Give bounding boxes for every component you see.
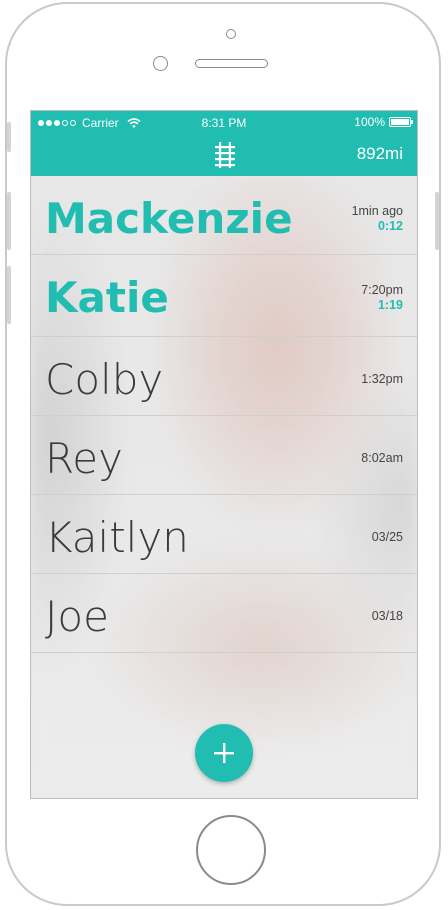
new-message-button[interactable] [195,724,253,782]
distance-readout: 892mi [356,144,403,163]
plus-icon [214,743,234,763]
conversation-row-kaitlyn[interactable]: Kaitlyn 03/25 [31,495,417,574]
row-meta: 1min ago 0:12 [352,204,403,233]
home-button[interactable] [196,815,266,885]
conversation-row-rey[interactable]: Rey 8:02am [31,416,417,495]
row-meta: 7:20pm 1:19 [361,283,403,312]
message-duration: 1:19 [377,298,403,312]
message-time: 03/18 [371,609,403,623]
conversation-row-mackenzie[interactable]: Mackenzie 1min ago 0:12 [31,176,417,255]
message-time: 8:02am [361,451,403,465]
contact-name: Joe [45,592,109,641]
row-meta: 1:32pm [361,372,403,386]
earpiece-speaker [195,59,268,68]
message-time: 1:32pm [361,372,403,386]
battery-status: 100% [354,115,413,129]
message-time: 03/25 [371,530,403,544]
battery-icon [389,117,413,127]
proximity-sensor [153,56,168,71]
contact-name: Katie [45,273,169,322]
contact-name: Mackenzie [45,194,293,243]
message-time: 7:20pm [361,283,403,297]
mute-switch [7,122,11,152]
contact-name: Colby [45,355,164,404]
power-button [435,192,439,250]
app-screen: Carrier 8:31 PM 100% 892mi Mackenzie 1mi… [30,110,418,799]
volume-down-button [7,266,11,324]
railroad-track-icon[interactable] [214,142,236,168]
conversation-row-joe[interactable]: Joe 03/18 [31,574,417,653]
conversation-row-colby[interactable]: Colby 1:32pm [31,337,417,416]
contact-name: Rey [45,434,123,483]
conversation-list: Mackenzie 1min ago 0:12 Katie 7:20pm 1:1… [31,176,417,653]
front-camera [226,29,236,39]
row-meta: 8:02am [361,451,403,465]
battery-percent: 100% [354,115,385,129]
contact-name: Kaitlyn [45,513,189,562]
row-meta: 03/18 [372,609,403,623]
row-meta: 03/25 [372,530,403,544]
app-header: Carrier 8:31 PM 100% 892mi [31,111,417,176]
status-bar: Carrier 8:31 PM 100% [31,111,417,133]
volume-up-button [7,192,11,250]
message-duration: 0:12 [377,219,403,233]
message-time: 1min ago [351,204,403,218]
conversation-row-katie[interactable]: Katie 7:20pm 1:19 [31,255,417,337]
